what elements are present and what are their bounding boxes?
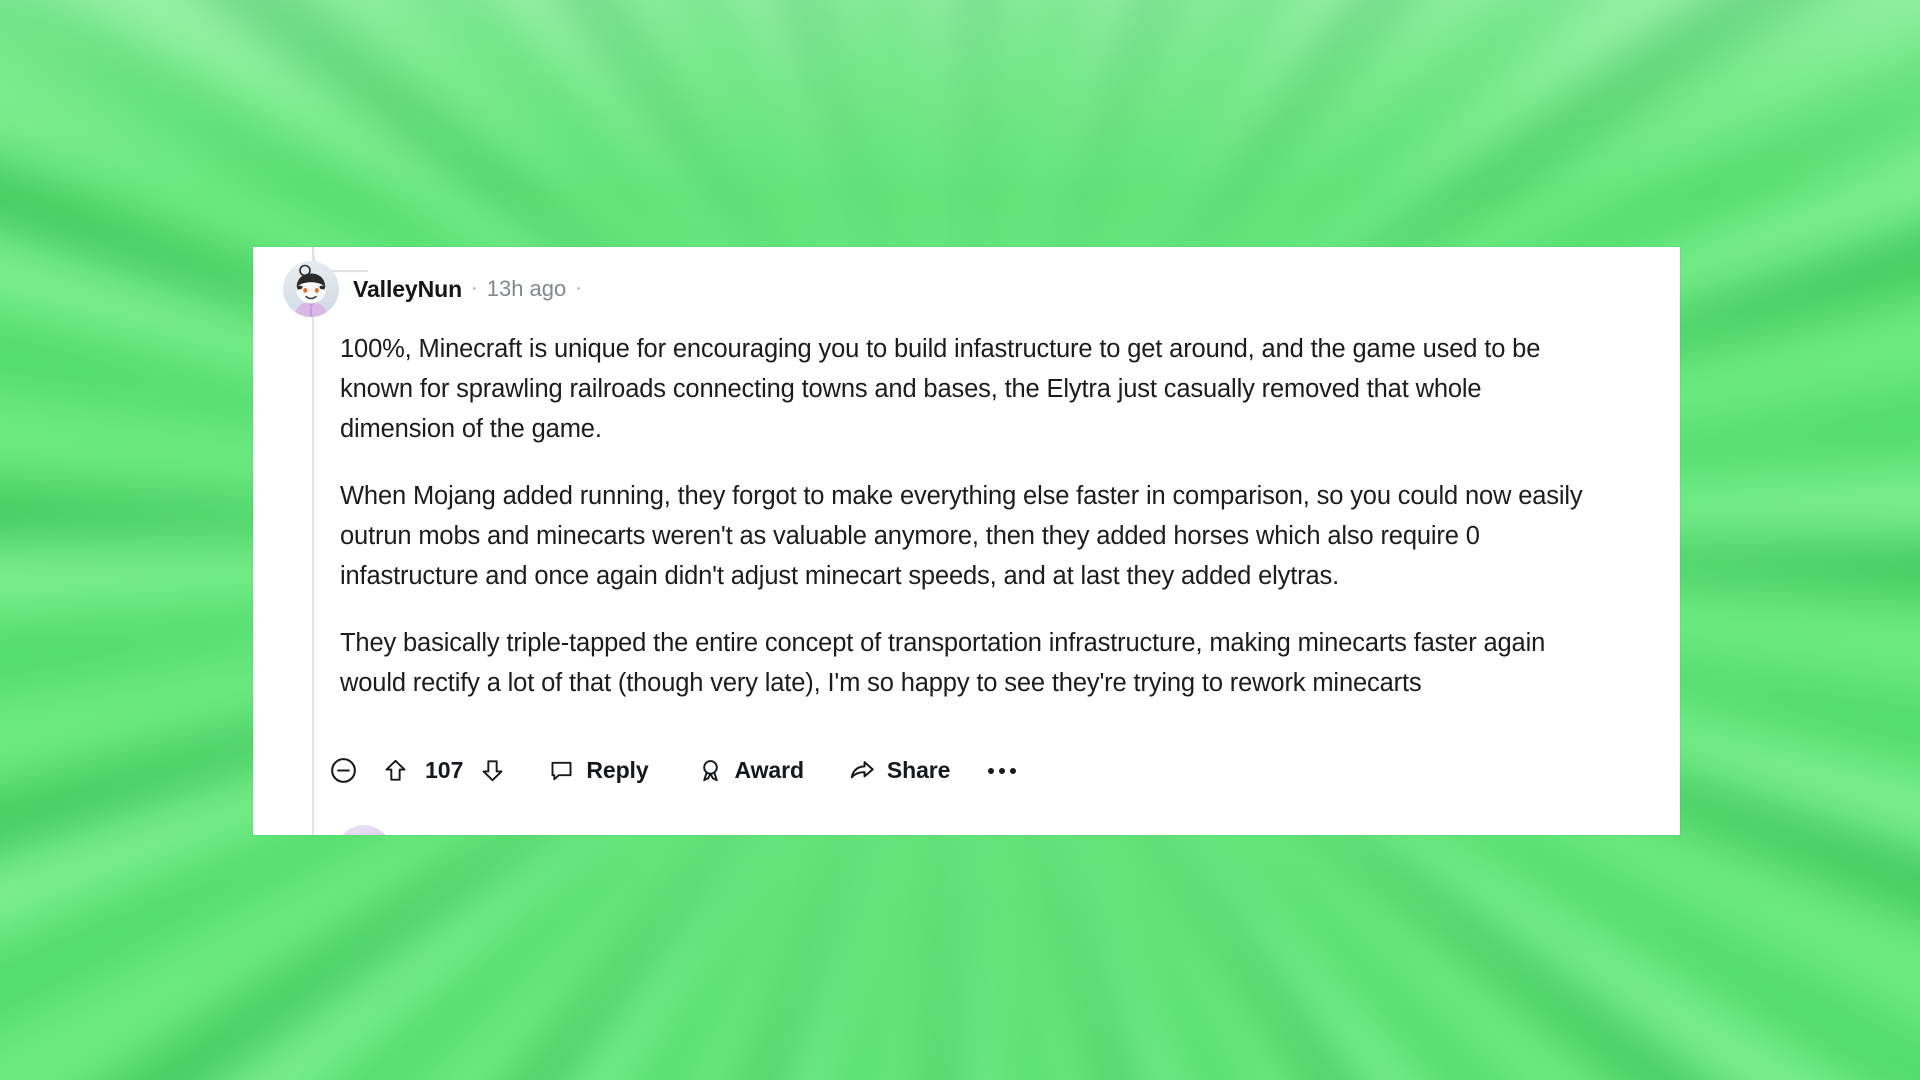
ellipsis-dot bbox=[999, 767, 1006, 774]
downvote-arrow-icon bbox=[482, 760, 503, 782]
upvote-button[interactable] bbox=[382, 757, 409, 784]
share-label: Share bbox=[886, 757, 951, 783]
comment-action-bar: 107 Reply Award Share bbox=[329, 756, 1017, 785]
upvote-arrow-icon bbox=[385, 759, 406, 781]
comment-timestamp: 13h ago bbox=[486, 276, 567, 301]
vote-group: 107 bbox=[382, 757, 506, 784]
next-comment-avatar[interactable] bbox=[336, 825, 392, 835]
comment-body: 100%, Minecraft is unique for encouragin… bbox=[340, 329, 1590, 703]
comment-header: ValleyNun · 13h ago · bbox=[283, 261, 582, 317]
reply-label: Reply bbox=[586, 757, 649, 783]
next-thread-rail bbox=[312, 795, 314, 835]
reply-button[interactable]: Reply bbox=[548, 757, 649, 784]
more-options-button[interactable] bbox=[988, 767, 1017, 774]
ellipsis-dot bbox=[1010, 767, 1017, 774]
meta-separator-dot: · bbox=[471, 277, 478, 299]
vote-score: 107 bbox=[425, 757, 464, 783]
comment-paragraph: They basically triple-tapped the entire … bbox=[340, 629, 1546, 697]
comment-paragraph: 100%, Minecraft is unique for encouragin… bbox=[340, 335, 1541, 443]
downvote-button[interactable] bbox=[479, 757, 506, 784]
thread-rail[interactable] bbox=[312, 247, 314, 835]
comment-paragraph: When Mojang added running, they forgot t… bbox=[340, 482, 1583, 590]
comment-card: ValleyNun · 13h ago · 100%, Minecraft is… bbox=[253, 247, 1680, 835]
comment-author[interactable]: ValleyNun bbox=[353, 276, 462, 303]
avatar[interactable] bbox=[283, 261, 339, 317]
ellipsis-dot bbox=[988, 767, 995, 774]
share-arrow-icon bbox=[850, 760, 874, 778]
award-ribbon-icon bbox=[702, 760, 718, 782]
comment-meta: ValleyNun · 13h ago · bbox=[353, 276, 582, 303]
collapse-icon bbox=[331, 758, 356, 783]
share-button[interactable]: Share bbox=[848, 757, 950, 785]
meta-trailing-dot: · bbox=[575, 277, 582, 299]
collapse-button[interactable] bbox=[329, 756, 358, 785]
comment-bubble-icon bbox=[551, 761, 572, 781]
award-button[interactable]: Award bbox=[697, 757, 804, 784]
award-label: Award bbox=[734, 757, 804, 783]
